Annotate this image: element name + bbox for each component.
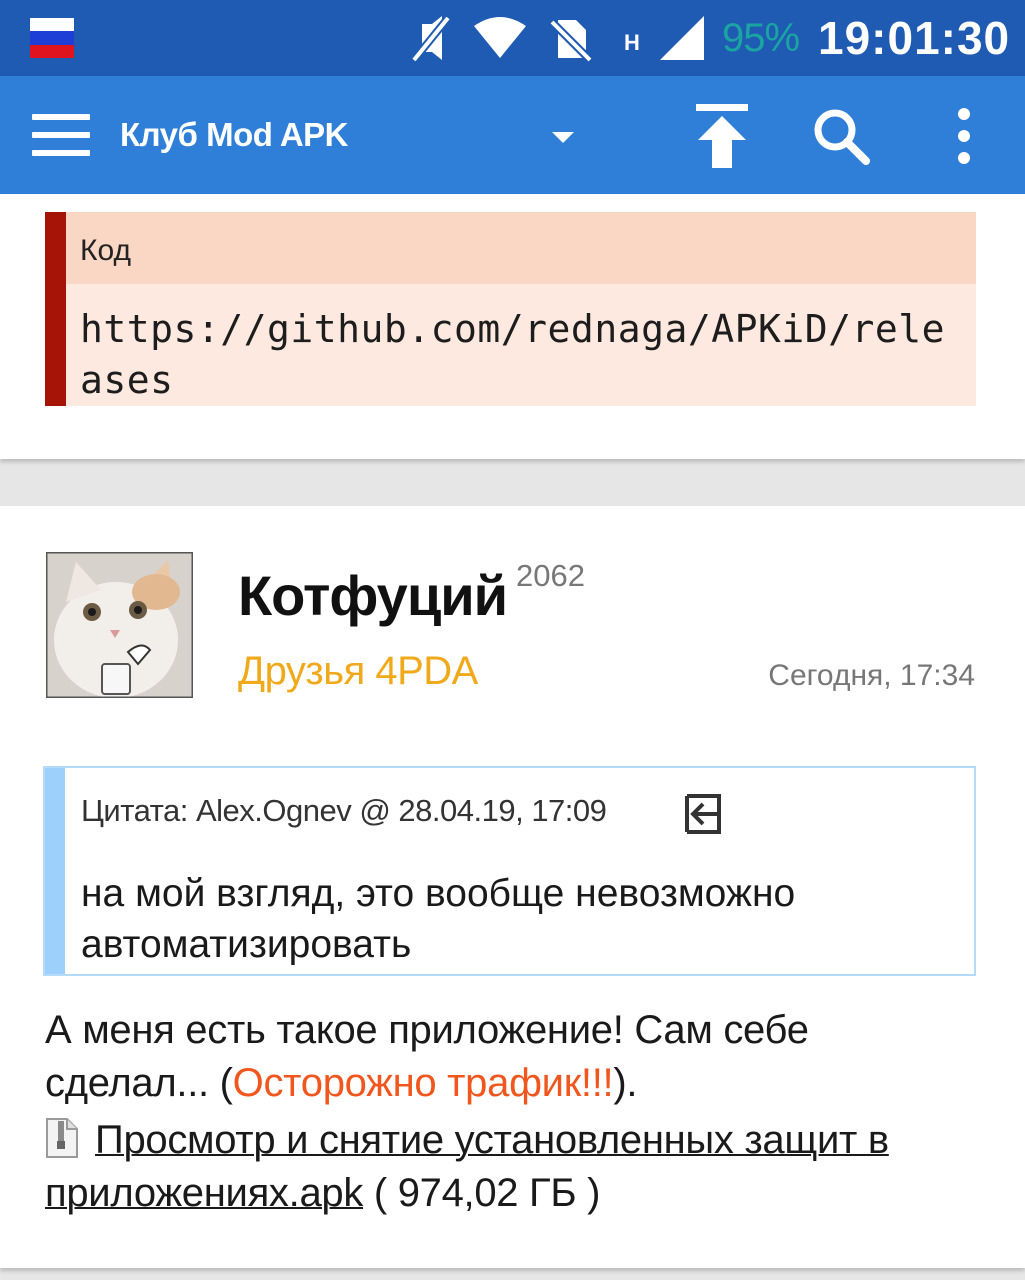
no-sim-icon [549, 19, 593, 63]
file-icon [46, 1118, 78, 1158]
status-bar: H 95% 19:01:30 [0, 0, 1025, 76]
app-bar: Клуб Mod APK [0, 76, 1025, 194]
mute-icon [410, 15, 452, 63]
search-icon[interactable] [802, 96, 882, 176]
author-reputation[interactable]: 2062 [516, 558, 585, 594]
quote-accent-bar [45, 768, 65, 974]
code-label: Код [80, 234, 132, 267]
goto-quote-icon[interactable] [681, 792, 725, 836]
warning-text: Осторожно трафик!!! [232, 1061, 614, 1105]
quote-block: Цитата: Alex.Ognev @ 28.04.19, 17:09 на … [43, 766, 976, 976]
author-group: Друзья 4PDA [238, 649, 478, 693]
quote-header[interactable]: Цитата: Alex.Ognev @ 28.04.19, 17:09 [81, 792, 607, 830]
clock: 19:01:30 [818, 12, 1011, 64]
app-title[interactable]: Клуб Mod APK [120, 114, 349, 156]
avatar[interactable] [46, 552, 193, 698]
post-card-previous: Код https://github.com/rednaga/APKiD/rel… [0, 194, 1025, 459]
quote-text: на мой взгляд, это вообще невозможно авт… [81, 872, 796, 966]
signal-icon [660, 16, 704, 60]
code-header [66, 212, 976, 284]
author-name[interactable]: Котфуций [238, 564, 508, 628]
code-block: Код https://github.com/rednaga/APKiD/rel… [45, 212, 976, 406]
post-card: Котфуций 2062 Друзья 4PDA Сегодня, 17:34… [0, 506, 1025, 1268]
russian-flag-icon [30, 18, 74, 58]
code-accent-bar [45, 212, 66, 406]
dropdown-arrow-icon[interactable] [548, 122, 578, 152]
post-text-end: ). [613, 1061, 638, 1105]
network-type-label: H [624, 30, 640, 55]
code-text[interactable]: https://github.com/rednaga/APKiD/release… [80, 304, 960, 406]
cat-avatar-image [46, 552, 193, 698]
attachment: Просмотр и снятие установленных защит в … [45, 1114, 980, 1220]
post-date: Сегодня, 17:34 [768, 659, 975, 692]
scroll-top-icon[interactable] [682, 96, 762, 176]
battery-level: 95% [722, 16, 800, 60]
more-vert-icon[interactable] [924, 96, 1004, 176]
attachment-size: ( 974,02 ГБ ) [363, 1171, 601, 1215]
post-body: А меня есть такое приложение! Сам себе с… [45, 1004, 980, 1220]
wifi-icon [474, 17, 526, 58]
menu-icon[interactable] [32, 114, 90, 158]
